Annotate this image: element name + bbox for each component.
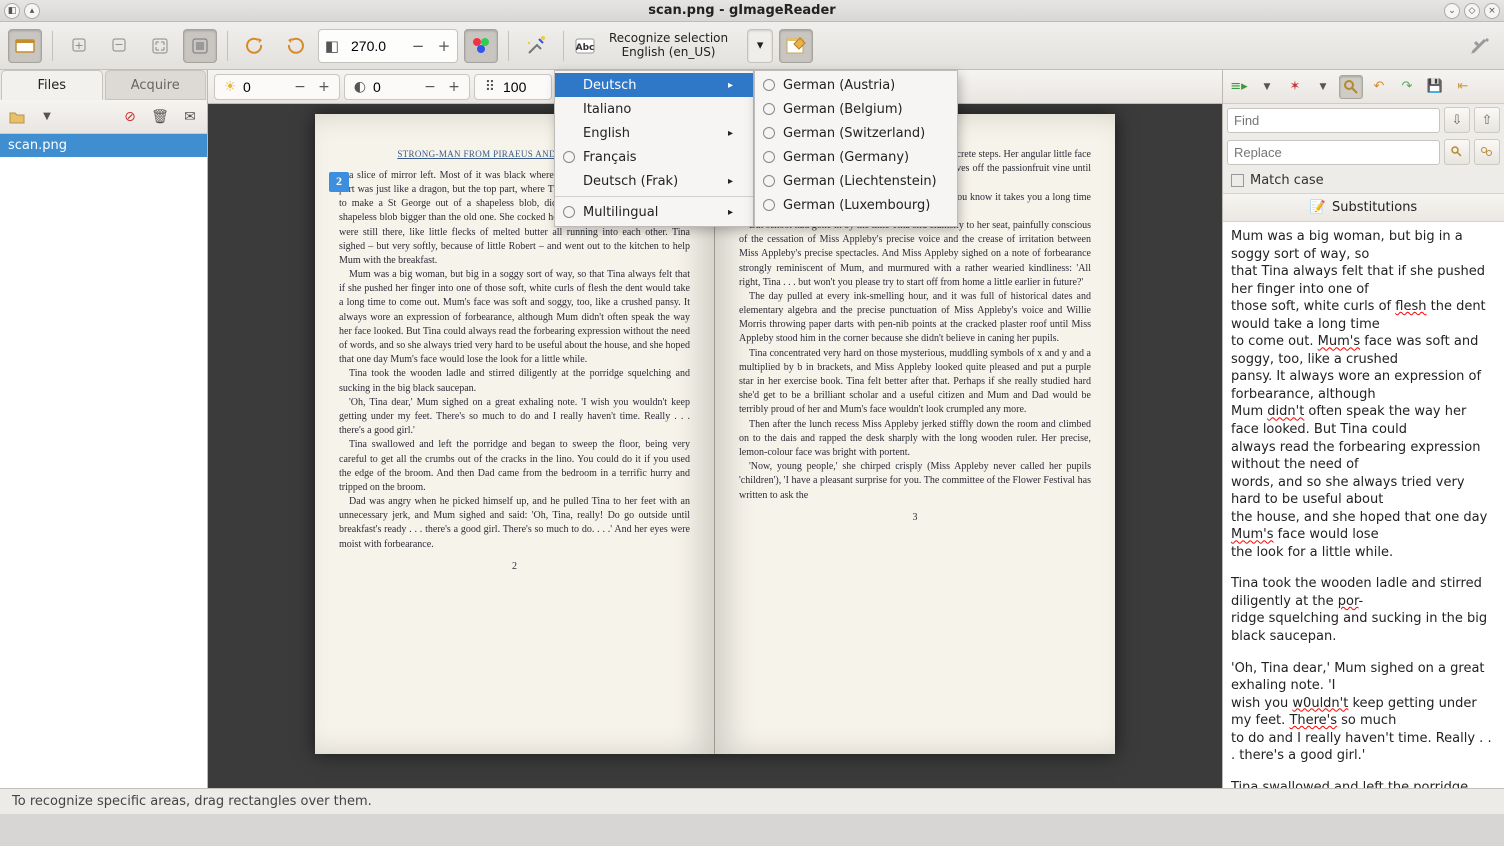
- language-menu-deutsch-sub: German (Austria) German (Belgium) German…: [754, 70, 958, 227]
- titlebar: ◧ ▴ scan.png - gImageReader ⌄ ◇ ×: [0, 0, 1504, 22]
- rotation-minus-button[interactable]: −: [405, 37, 431, 55]
- window-title: scan.png - gImageReader: [60, 3, 1424, 18]
- lang-francais[interactable]: Français: [555, 145, 753, 169]
- sources-panel: Files Acquire ▼ ⊘ 🗑 ✉ scan.png: [0, 70, 208, 788]
- lang-de-ch[interactable]: German (Switzerland): [755, 121, 957, 145]
- zoom-out-button[interactable]: −: [103, 29, 137, 63]
- output-panel: ≡▸ ▼ ✶ ▼ ↶ ↷ 💾 ⇤ ⇩ ⇧ Match case 📝 Substi…: [1222, 70, 1504, 788]
- zoom-fit-button[interactable]: [143, 29, 177, 63]
- brightness-icon: ☀: [219, 79, 241, 95]
- delete-file-button[interactable]: 🗑: [149, 106, 171, 128]
- contrast-input[interactable]: [373, 79, 417, 95]
- resolution-input[interactable]: [503, 79, 547, 95]
- add-file-button[interactable]: [6, 106, 28, 128]
- output-text[interactable]: Mum was a big woman, but big in a soggy …: [1223, 222, 1504, 788]
- minimize-icon[interactable]: ⌄: [1444, 3, 1460, 19]
- recognize-language-dropdown[interactable]: ▾: [747, 29, 773, 63]
- undo-button[interactable]: ↶: [1367, 75, 1391, 99]
- brightness-minus[interactable]: −: [289, 79, 311, 95]
- tab-files[interactable]: Files: [1, 70, 103, 100]
- preferences-button[interactable]: [1462, 29, 1496, 63]
- lang-de-li[interactable]: German (Liechtenstein): [755, 169, 957, 193]
- lang-multilingual[interactable]: Multilingual▸: [555, 200, 753, 224]
- add-file-dropdown[interactable]: ▼: [36, 106, 58, 128]
- recognize-button[interactable]: Abc Recognize selection English (en_US): [574, 29, 741, 63]
- brightness-plus[interactable]: +: [313, 79, 335, 95]
- app-menu-icon[interactable]: ◧: [4, 3, 20, 19]
- lang-de-de[interactable]: German (Germany): [755, 145, 957, 169]
- lang-deutsch[interactable]: Deutsch▸: [555, 73, 753, 97]
- replace-one-button[interactable]: [1444, 139, 1470, 165]
- file-item[interactable]: scan.png: [0, 134, 207, 157]
- contrast-icon: ◐: [349, 79, 371, 95]
- status-text: To recognize specific areas, drag rectan…: [12, 794, 372, 809]
- selection-badge-2: 2: [329, 172, 349, 192]
- lang-italiano[interactable]: Italiano: [555, 97, 753, 121]
- find-input[interactable]: [1227, 108, 1440, 133]
- replace-all-button[interactable]: [1474, 139, 1500, 165]
- rotation-plus-button[interactable]: +: [431, 37, 457, 55]
- clear-output-button[interactable]: ⇤: [1451, 75, 1475, 99]
- resolution-control[interactable]: ⠿: [474, 74, 552, 100]
- zoom-in-button[interactable]: +: [63, 29, 97, 63]
- match-case-row[interactable]: Match case: [1223, 168, 1504, 194]
- rotation-field[interactable]: ◧ − +: [318, 29, 458, 63]
- lang-de-be[interactable]: German (Belgium): [755, 97, 957, 121]
- redo-button[interactable]: ↷: [1395, 75, 1419, 99]
- svg-text:Abc: Abc: [576, 43, 595, 53]
- insert-mode-button[interactable]: ≡▸: [1227, 75, 1251, 99]
- output-pane-button[interactable]: [779, 29, 813, 63]
- contrast-plus[interactable]: +: [443, 79, 465, 95]
- lang-de-lu[interactable]: German (Luxembourg): [755, 193, 957, 217]
- replace-input[interactable]: [1227, 140, 1440, 165]
- zoom-original-button[interactable]: [183, 29, 217, 63]
- remove-file-button[interactable]: ⊘: [119, 106, 141, 128]
- strip-dropdown[interactable]: ▼: [1311, 75, 1335, 99]
- insert-mode-dropdown[interactable]: ▼: [1255, 75, 1279, 99]
- close-icon[interactable]: ×: [1484, 3, 1500, 19]
- page-rotation-icon: ◧: [319, 37, 345, 55]
- language-menu: Deutsch▸ Italiano English▸ Français Deut…: [554, 70, 958, 227]
- lang-english[interactable]: English▸: [555, 121, 753, 145]
- substitutions-icon: 📝: [1310, 200, 1326, 215]
- svg-text:+: +: [74, 39, 83, 52]
- match-case-checkbox[interactable]: [1231, 174, 1244, 187]
- lang-de-at[interactable]: German (Austria): [755, 73, 957, 97]
- status-bar: To recognize specific areas, drag rectan…: [0, 788, 1504, 814]
- recognize-label-2: English (en_US): [622, 46, 716, 60]
- find-next-button[interactable]: ⇩: [1444, 107, 1470, 133]
- output-toolbar: ≡▸ ▼ ✶ ▼ ↶ ↷ 💾 ⇤: [1223, 70, 1504, 104]
- image-controls-button[interactable]: [464, 29, 498, 63]
- image-area: ☀ − + ◐ − + ⠿ STRONG-MAN FROM PIRAEUS AN…: [208, 70, 1222, 788]
- resolution-icon: ⠿: [479, 79, 501, 95]
- rotate-left-button[interactable]: [238, 29, 272, 63]
- file-list[interactable]: scan.png: [0, 134, 207, 788]
- brightness-input[interactable]: [243, 79, 287, 95]
- recognize-icon: Abc: [575, 38, 595, 54]
- lang-deutsch-frak[interactable]: Deutsch (Frak)▸: [555, 169, 753, 193]
- save-output-button[interactable]: 💾: [1423, 75, 1447, 99]
- find-prev-button[interactable]: ⇧: [1474, 107, 1500, 133]
- autodetect-button[interactable]: [519, 29, 553, 63]
- clear-list-button[interactable]: ✉: [179, 106, 201, 128]
- svg-text:−: −: [114, 38, 123, 51]
- rotate-right-button[interactable]: [278, 29, 312, 63]
- language-menu-primary: Deutsch▸ Italiano English▸ Français Deut…: [554, 70, 754, 227]
- maximize-icon[interactable]: ◇: [1464, 3, 1480, 19]
- recognize-label-1: Recognize selection: [609, 32, 728, 46]
- contrast-minus[interactable]: −: [419, 79, 441, 95]
- rollup-icon[interactable]: ▴: [24, 3, 40, 19]
- brightness-control[interactable]: ☀ − +: [214, 74, 340, 100]
- contrast-control[interactable]: ◐ − +: [344, 74, 470, 100]
- substitutions-button[interactable]: 📝 Substitutions: [1223, 194, 1504, 222]
- strip-linebreaks-button[interactable]: ✶: [1283, 75, 1307, 99]
- match-case-label: Match case: [1250, 173, 1324, 188]
- sources-pane-button[interactable]: [8, 29, 42, 63]
- rotation-input[interactable]: [345, 30, 405, 62]
- tab-acquire[interactable]: Acquire: [105, 70, 207, 100]
- find-replace-button[interactable]: [1339, 75, 1363, 99]
- main-toolbar: + − ◧ − + Abc Recognize selection Englis…: [0, 22, 1504, 70]
